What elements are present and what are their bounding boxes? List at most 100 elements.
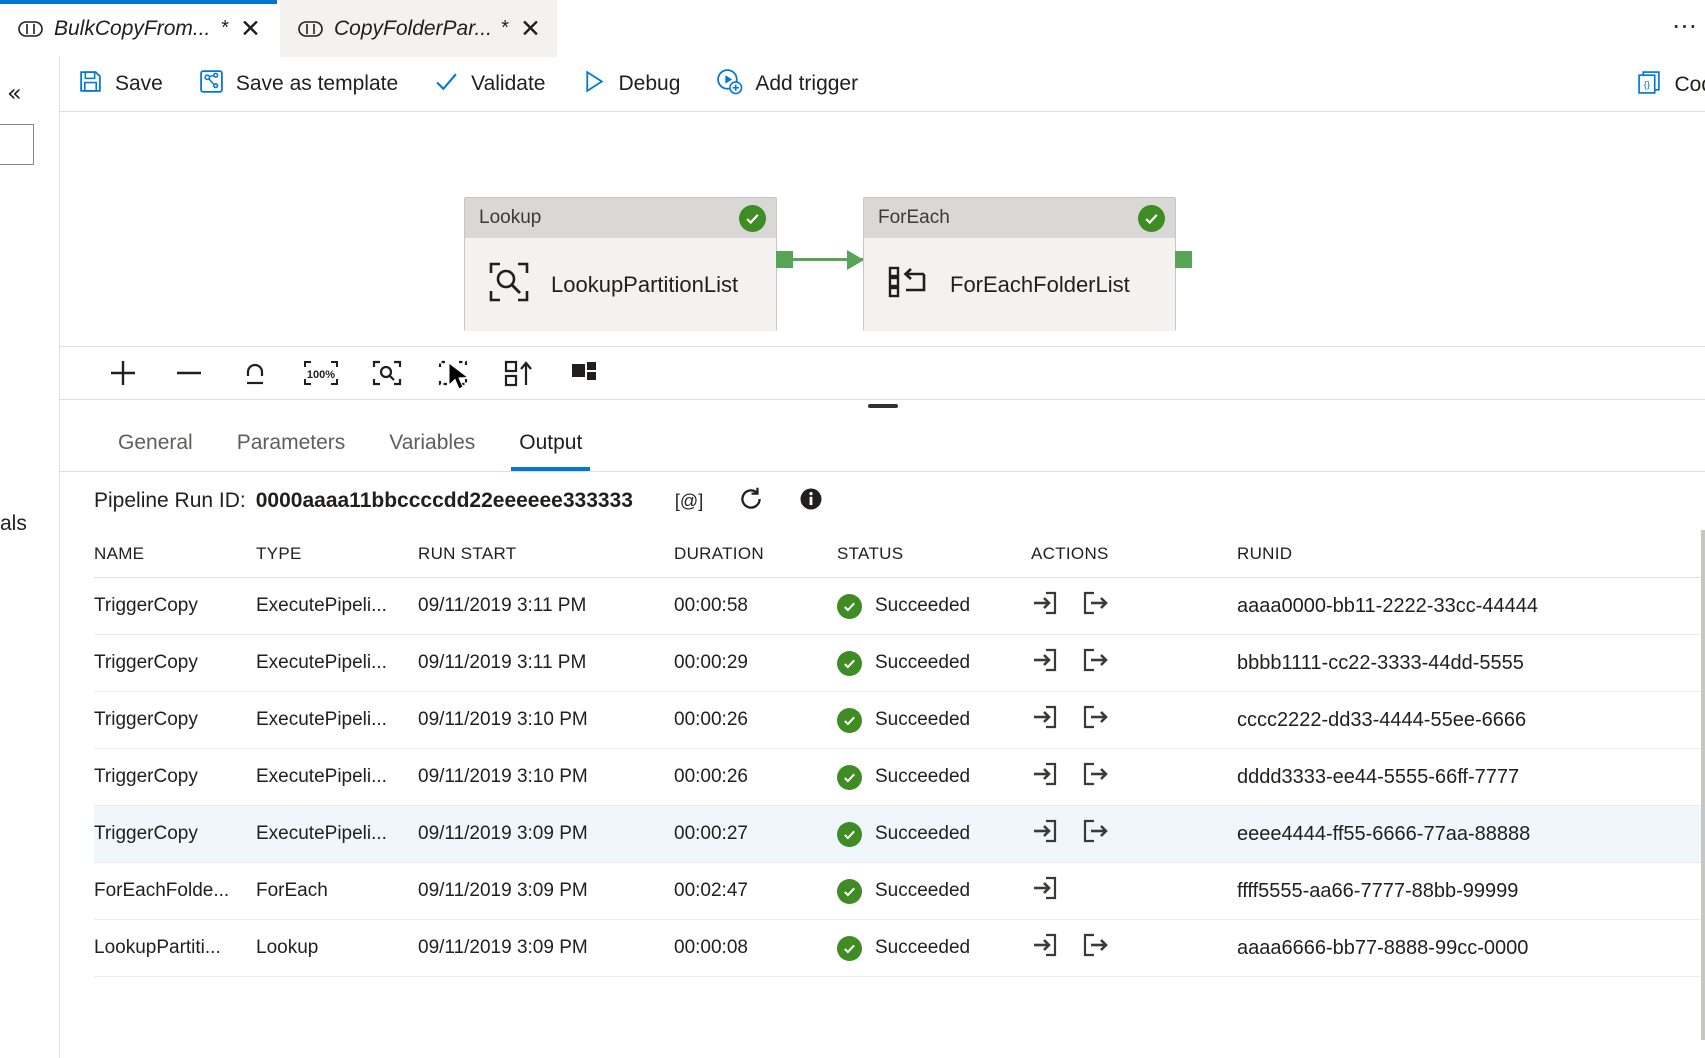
status-badge [1138,205,1165,232]
svg-text:{}: {} [1644,79,1650,89]
output-icon[interactable] [1081,931,1109,965]
code-brackets-icon: {} [1637,70,1662,100]
cell-actions [1031,589,1237,623]
save-as-template-label: Save as template [236,72,398,96]
checkmark-icon [434,69,459,99]
activity-lookup[interactable]: Lookup [464,197,777,331]
cell-runstart: 09/11/2019 3:11 PM [418,595,674,617]
input-icon[interactable] [1031,760,1059,794]
refresh-icon[interactable] [737,485,765,518]
validate-label: Validate [471,72,545,96]
cell-status: Succeeded [837,708,1031,733]
cell-runid: cccc2222-dd33-4444-55ee-6666 [1237,709,1705,732]
table-row[interactable]: ForEachFolde...ForEach09/11/2019 3:09 PM… [94,863,1705,920]
cell-actions [1031,646,1237,680]
more-options-icon[interactable]: ⋯ [1672,14,1699,39]
tab-bulkcopyfrom[interactable]: BulkCopyFrom... * ✕ [0,0,277,57]
expression-icon[interactable]: [@] [675,491,703,512]
validate-button[interactable]: Validate [416,57,563,112]
status-success-icon [837,594,862,619]
template-icon [199,69,224,99]
status-success-icon [837,708,862,733]
cell-status: Succeeded [837,936,1031,961]
details-panel: General Parameters Variables Output Pipe… [60,399,1705,1058]
save-button[interactable]: Save [60,57,181,112]
output-icon[interactable] [1081,589,1109,623]
tab-title: BulkCopyFrom... [54,17,210,41]
tab-output[interactable]: Output [497,415,604,471]
cell-name: TriggerCopy [94,823,256,845]
cell-name: TriggerCopy [94,766,256,788]
input-icon[interactable] [1031,817,1059,851]
cell-type: ExecutePipeli... [256,766,418,788]
table-row[interactable]: TriggerCopyExecutePipeli...09/11/2019 3:… [94,806,1705,863]
input-icon[interactable] [1031,589,1059,623]
add-trigger-button[interactable]: Add trigger [698,57,876,112]
auto-align-icon[interactable] [488,347,550,400]
code-button[interactable]: {} Cod [1619,57,1705,112]
tab-title: CopyFolderPar... [334,17,490,41]
tab-variables[interactable]: Variables [367,415,497,471]
cell-runstart: 09/11/2019 3:10 PM [418,766,674,788]
cell-runstart: 09/11/2019 3:10 PM [418,709,674,731]
debug-button[interactable]: Debug [563,57,698,112]
output-icon[interactable] [1081,817,1109,851]
cell-type: ExecutePipeli... [256,823,418,845]
activity-name-label: ForEachFolderList [950,272,1130,298]
pipeline-icon [298,21,323,37]
cell-runstart: 09/11/2019 3:09 PM [418,880,674,902]
add-trigger-icon [716,68,743,100]
vertical-scrollbar[interactable] [1701,530,1705,1040]
close-icon[interactable]: ✕ [520,16,541,41]
double-chevron-left-icon[interactable]: « [7,81,22,105]
table-row[interactable]: TriggerCopyExecutePipeli...09/11/2019 3:… [94,635,1705,692]
cell-duration: 00:00:58 [674,595,837,617]
tab-copyfolderpartition[interactable]: CopyFolderPar... * ✕ [280,0,557,57]
zoom-to-fit-icon[interactable] [356,347,418,400]
table-row[interactable]: TriggerCopyExecutePipeli...09/11/2019 3:… [94,749,1705,806]
canvas-toolbar: 100% [60,346,1705,399]
table-row[interactable]: TriggerCopyExecutePipeli...09/11/2019 3:… [94,578,1705,635]
cell-status: Succeeded [837,765,1031,790]
panel-resize-grip[interactable] [868,404,898,408]
input-icon[interactable] [1031,646,1059,680]
cell-runid: dddd3333-ee44-5555-66ff-7777 [1237,766,1705,789]
add-trigger-label: Add trigger [755,72,858,96]
input-icon[interactable] [1031,874,1059,908]
cell-runstart: 09/11/2019 3:11 PM [418,652,674,674]
activity-name-label: LookupPartitionList [551,272,738,298]
activity-foreach[interactable]: ForEach [863,197,1176,331]
tab-parameters[interactable]: Parameters [215,415,368,471]
svg-text:100%: 100% [307,369,335,381]
pipeline-run-id-bar: Pipeline Run ID: 0000aaaa11bbccccdd22eee… [60,472,1705,530]
info-icon[interactable] [799,487,823,516]
activity-runs-table: NAME TYPE RUN START DURATION STATUS ACTI… [94,530,1705,977]
zoom-level-icon[interactable]: 100% [290,347,352,400]
input-icon[interactable] [1031,703,1059,737]
output-icon[interactable] [1081,646,1109,680]
zoom-out-icon[interactable] [158,347,220,400]
output-icon[interactable] [1081,703,1109,737]
cell-runstart: 09/11/2019 3:09 PM [418,823,674,845]
pipeline-canvas[interactable]: Lookup [60,112,1705,346]
zoom-in-icon[interactable] [92,347,154,400]
table-row[interactable]: TriggerCopyExecutePipeli...09/11/2019 3:… [94,692,1705,749]
rail-clipped-label: als [0,512,27,536]
cell-actions [1031,703,1237,737]
layers-icon[interactable] [554,347,616,400]
status-success-icon [837,822,862,847]
cell-runid: bbbb1111-cc22-3333-44dd-5555 [1237,652,1705,675]
save-icon [78,69,103,99]
save-as-template-button[interactable]: Save as template [181,57,416,112]
pipeline-authoring-page: BulkCopyFrom... * ✕ CopyFolderPar... * ✕… [0,0,1705,1058]
close-icon[interactable]: ✕ [240,16,261,41]
cell-actions [1031,817,1237,851]
lock-icon[interactable] [224,347,286,400]
input-icon[interactable] [1031,931,1059,965]
tab-general[interactable]: General [96,415,215,471]
output-icon[interactable] [1081,760,1109,794]
debug-label: Debug [618,72,680,96]
foreach-output-port[interactable] [1175,251,1192,268]
table-row[interactable]: LookupPartiti...Lookup09/11/2019 3:09 PM… [94,920,1705,977]
cell-actions [1031,874,1237,908]
